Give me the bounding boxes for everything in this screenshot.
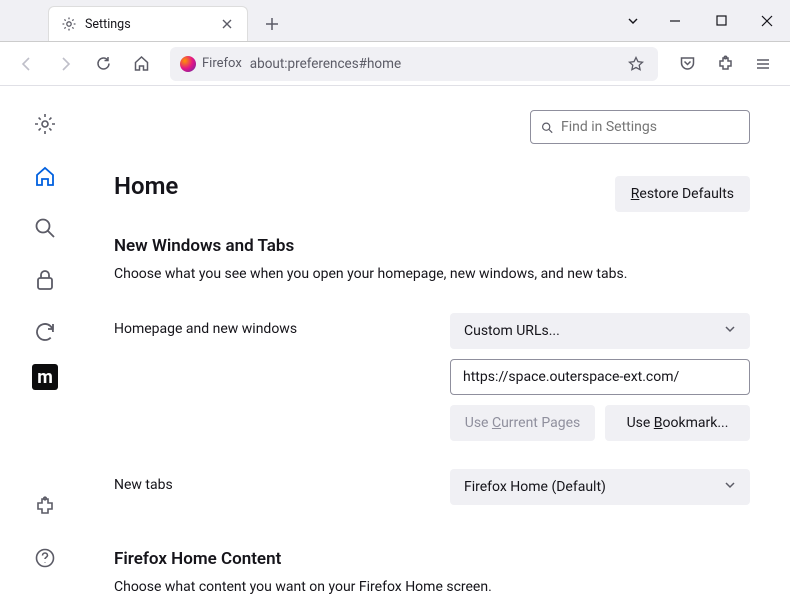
settings-sidebar: m <box>0 86 90 596</box>
section-new-windows-desc: Choose what you see when you open your h… <box>114 264 750 285</box>
sidebar-help[interactable] <box>25 538 65 578</box>
navigation-toolbar: Firefox about:preferences#home <box>0 42 790 86</box>
title-bar: Settings <box>0 0 790 42</box>
newtabs-dropdown[interactable]: Firefox Home (Default) <box>450 469 750 505</box>
firefox-logo-icon <box>180 56 196 72</box>
maximize-button[interactable] <box>698 0 744 42</box>
window-controls <box>614 0 790 41</box>
chevron-down-icon <box>724 323 736 339</box>
tab-title: Settings <box>85 17 211 32</box>
forward-button[interactable] <box>48 47 82 81</box>
section-home-content-desc: Choose what content you want on your Fir… <box>114 577 750 596</box>
bookmark-star-icon[interactable] <box>624 52 648 76</box>
sidebar-sync[interactable] <box>25 312 65 352</box>
dropdown-value: Custom URLs... <box>464 323 560 339</box>
dropdown-value: Firefox Home (Default) <box>464 479 606 495</box>
use-current-pages-button[interactable]: Use Current Pages <box>450 405 595 441</box>
search-settings-input[interactable] <box>561 119 739 135</box>
sidebar-search[interactable] <box>25 208 65 248</box>
section-home-content-title: Firefox Home Content <box>114 549 750 569</box>
search-icon <box>541 120 553 135</box>
homepage-dropdown[interactable]: Custom URLs... <box>450 313 750 349</box>
site-identity[interactable]: Firefox <box>180 56 242 72</box>
homepage-url-input[interactable] <box>450 359 750 395</box>
extensions-button[interactable] <box>708 47 742 81</box>
menu-button[interactable] <box>746 47 780 81</box>
restore-defaults-button[interactable]: Restore Defaults <box>615 176 750 212</box>
sidebar-more[interactable]: m <box>32 364 58 390</box>
close-icon[interactable] <box>219 16 235 32</box>
close-window-button[interactable] <box>744 0 790 42</box>
minimize-button[interactable] <box>652 0 698 42</box>
sidebar-home[interactable] <box>25 156 65 196</box>
gear-icon <box>61 16 77 32</box>
chevron-down-icon <box>724 479 736 495</box>
newtabs-label: New tabs <box>114 469 434 493</box>
new-tab-button[interactable] <box>256 6 288 41</box>
search-settings[interactable] <box>530 110 750 144</box>
chevron-down-icon[interactable] <box>614 0 652 42</box>
pocket-button[interactable] <box>670 47 704 81</box>
settings-main: Home Restore Defaults New Windows and Ta… <box>90 86 790 596</box>
home-button[interactable] <box>124 47 158 81</box>
browser-tab[interactable]: Settings <box>48 6 248 41</box>
url-text: about:preferences#home <box>250 56 616 72</box>
sidebar-general[interactable] <box>25 104 65 144</box>
sidebar-extensions[interactable] <box>25 486 65 526</box>
url-bar[interactable]: Firefox about:preferences#home <box>170 47 658 81</box>
back-button[interactable] <box>10 47 44 81</box>
reload-button[interactable] <box>86 47 120 81</box>
identity-label: Firefox <box>202 56 242 71</box>
homepage-label: Homepage and new windows <box>114 313 434 337</box>
section-new-windows-title: New Windows and Tabs <box>114 236 750 256</box>
sidebar-privacy[interactable] <box>25 260 65 300</box>
use-bookmark-button[interactable]: Use Bookmark... <box>605 405 750 441</box>
